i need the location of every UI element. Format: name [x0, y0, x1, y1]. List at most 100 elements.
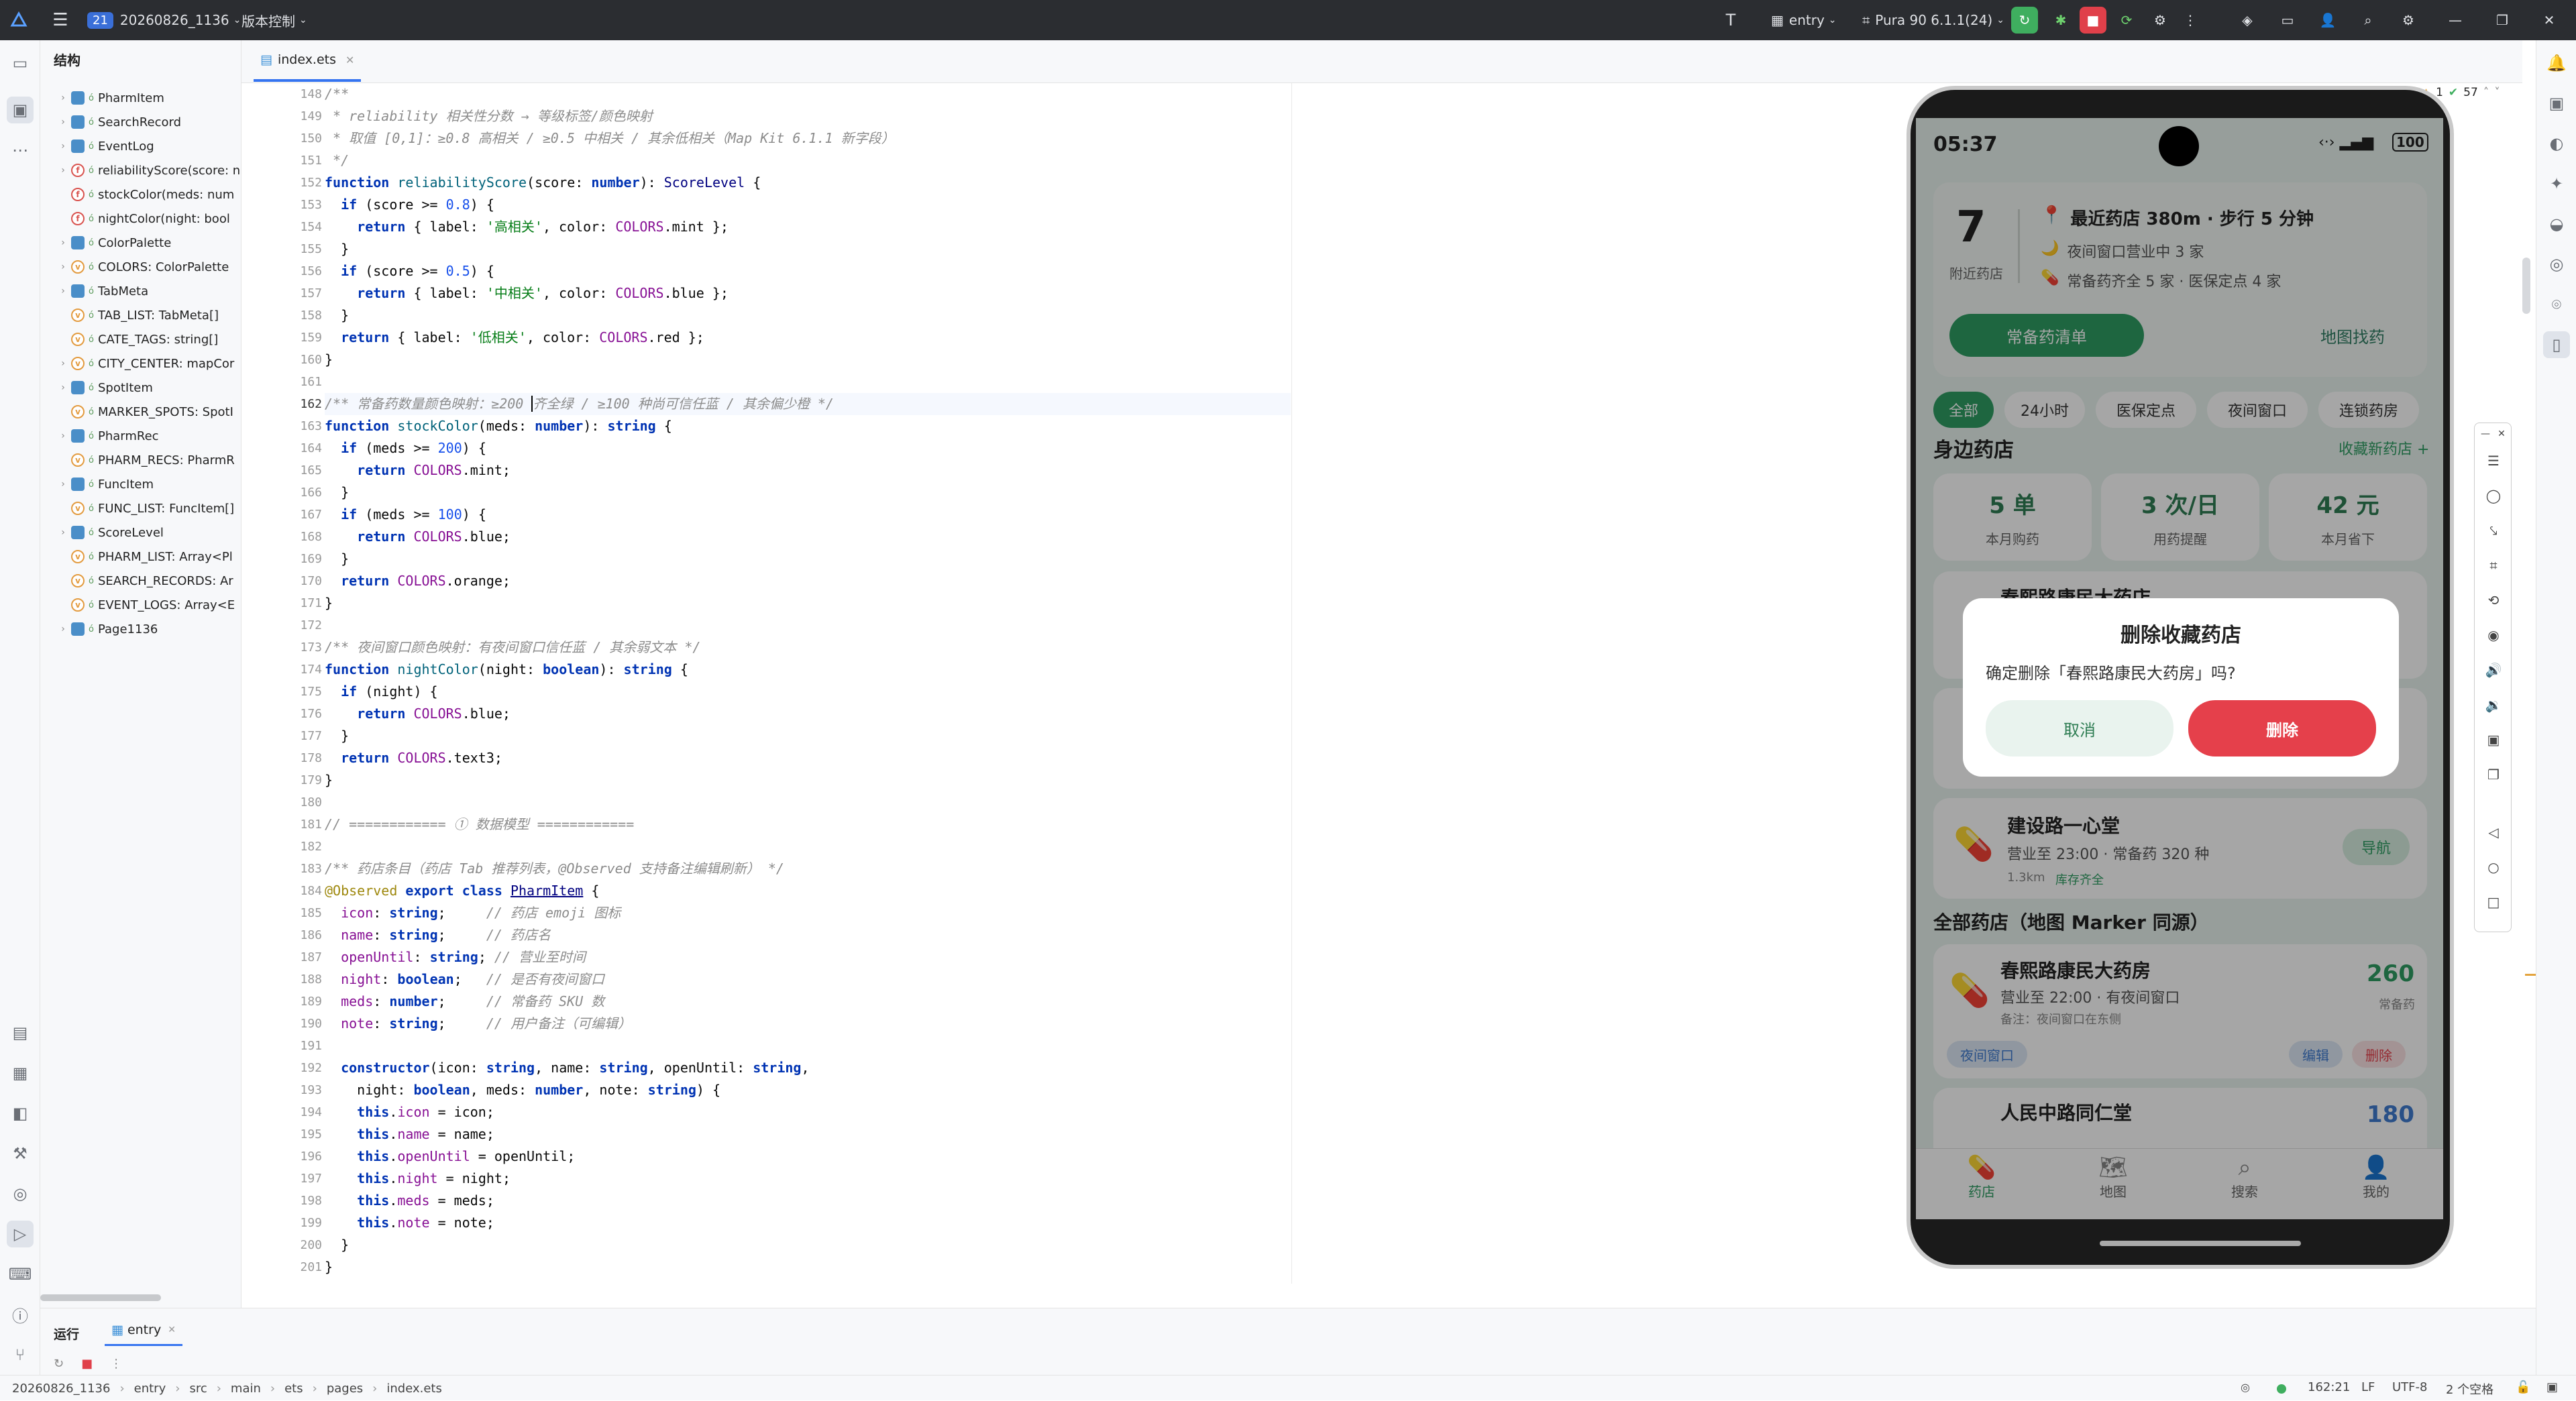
fold-icon[interactable]: ⤥	[2480, 517, 2507, 544]
line-number[interactable]: 153	[262, 194, 322, 216]
line-number[interactable]: 169	[262, 548, 322, 570]
line-number[interactable]: 168	[262, 526, 322, 548]
structure-item[interactable]: ›vóPHARM_LIST: Array<Pl	[40, 545, 241, 569]
build-icon[interactable]: ⚒	[7, 1140, 34, 1167]
maximize-icon[interactable]: ❐	[2489, 7, 2516, 34]
rotate-icon[interactable]: ⟲	[2480, 587, 2507, 614]
line-number[interactable]: 180	[262, 791, 322, 814]
breadcrumb-item[interactable]: 20260826_1136	[12, 1382, 110, 1396]
indent-setting[interactable]: 2 个空格	[2446, 1380, 2493, 1398]
database-icon[interactable]: ◒	[2543, 211, 2570, 237]
line-number[interactable]: 164	[262, 437, 322, 459]
line-number[interactable]: 172	[262, 614, 322, 636]
stop-icon[interactable]: ■	[2080, 7, 2106, 34]
line-number[interactable]: 152	[262, 172, 322, 194]
project-view-icon[interactable]: ▭	[7, 50, 34, 76]
rerun-icon[interactable]: ↻	[2011, 7, 2038, 34]
line-number[interactable]: 156	[262, 260, 322, 282]
line-number[interactable]: 166	[262, 482, 322, 504]
volume-down-icon[interactable]: 🔉	[2480, 691, 2507, 718]
line-number[interactable]: 175	[262, 681, 322, 703]
line-number[interactable]: 182	[262, 836, 322, 858]
cancel-button[interactable]: 取消	[1986, 700, 2174, 756]
line-number[interactable]: 155	[262, 238, 322, 260]
minimize-icon[interactable]: —	[2477, 426, 2493, 442]
line-number[interactable]: 161	[262, 371, 322, 393]
breadcrumb-item[interactable]: src	[189, 1382, 207, 1396]
chevron-right-icon[interactable]: ›	[55, 165, 71, 176]
line-number[interactable]: 178	[262, 747, 322, 769]
line-number[interactable]: 198	[262, 1190, 322, 1212]
crop-icon[interactable]: ⌗	[2480, 552, 2507, 579]
marketplace-icon[interactable]: ▣	[2543, 90, 2570, 117]
chevron-right-icon[interactable]: ›	[55, 358, 71, 369]
line-separator[interactable]: LF	[2361, 1380, 2375, 1394]
chevron-right-icon[interactable]: ›	[55, 262, 71, 272]
structure-item[interactable]: › ó PharmRec	[40, 424, 241, 448]
apply-changes-icon[interactable]: ⟳	[2113, 7, 2140, 34]
services-icon[interactable]: ◎	[7, 1180, 34, 1207]
chevron-right-icon[interactable]: ›	[55, 527, 71, 538]
line-number[interactable]: 192	[262, 1057, 322, 1079]
preview-eye-icon[interactable]: ◎	[2543, 251, 2570, 278]
chevron-right-icon[interactable]: ›	[55, 431, 71, 441]
line-number[interactable]: 183	[262, 858, 322, 880]
line-number[interactable]: 201	[262, 1256, 322, 1278]
gradle-icon[interactable]: ◐	[2543, 130, 2570, 157]
run-tool-icon[interactable]: ▷	[7, 1221, 34, 1247]
structure-item[interactable]: ›vóPHARM_RECS: PharmR	[40, 448, 241, 472]
camera-icon[interactable]: ⌾	[2543, 291, 2570, 318]
structure-item[interactable]: › ó ColorPalette	[40, 231, 241, 255]
line-number[interactable]: 190	[262, 1013, 322, 1035]
device-manager-icon[interactable]: ▯	[2543, 331, 2570, 358]
more-icon[interactable]: ⋮	[110, 1357, 122, 1371]
chevron-right-icon[interactable]: ›	[55, 141, 71, 152]
line-number[interactable]: 150	[262, 127, 322, 150]
chevron-up-icon[interactable]: ˄	[2483, 86, 2489, 99]
structure-item[interactable]: ›vóCATE_TAGS: string[]	[40, 327, 241, 351]
menu-icon[interactable]: ☰	[2480, 447, 2507, 474]
line-number[interactable]: 163	[262, 415, 322, 437]
notes-icon[interactable]: ▤	[7, 1019, 34, 1046]
line-number[interactable]: 171	[262, 592, 322, 614]
account-icon[interactable]: 👤	[2314, 7, 2341, 34]
more-icon[interactable]: ⋮	[2180, 7, 2200, 34]
structure-item[interactable]: › ó Page1136	[40, 617, 241, 641]
chevron-right-icon[interactable]: ›	[55, 93, 71, 103]
preview-icon[interactable]: ◧	[7, 1100, 34, 1127]
line-number[interactable]: 177	[262, 725, 322, 747]
tab-index-ets[interactable]: ▤ index.ets ✕	[254, 40, 362, 82]
line-number[interactable]: 151	[262, 150, 322, 172]
chevron-right-icon[interactable]: ›	[55, 237, 71, 248]
structure-item[interactable]: › ó SpotItem	[40, 376, 241, 400]
line-number[interactable]: 176	[262, 703, 322, 725]
breadcrumb-item[interactable]: pages	[327, 1382, 363, 1396]
inspect-icon[interactable]: ◎	[2241, 1381, 2250, 1394]
structure-item[interactable]: ›vóTAB_LIST: TabMeta[]	[40, 303, 241, 327]
horizontal-scrollbar[interactable]	[40, 1294, 161, 1301]
chevron-right-icon[interactable]: ›	[55, 286, 71, 296]
line-number[interactable]: 160	[262, 349, 322, 371]
breadcrumb-item[interactable]: index.ets	[386, 1382, 441, 1396]
recents-icon[interactable]: □	[2480, 889, 2507, 915]
breadcrumb-item[interactable]: main	[231, 1382, 261, 1396]
structure-item[interactable]: ›vóSEARCH_RECORDS: Ar	[40, 569, 241, 593]
structure-item[interactable]: › ó ScoreLevel	[40, 520, 241, 545]
structure-item[interactable]: ›vóFUNC_LIST: FuncItem[]	[40, 496, 241, 520]
chevron-right-icon[interactable]: ›	[55, 382, 71, 393]
close-icon[interactable]: ✕	[2493, 426, 2510, 442]
structure-item[interactable]: ›vóEVENT_LOGS: Array<E	[40, 593, 241, 617]
search-icon[interactable]: ⌕	[2355, 7, 2381, 34]
line-number[interactable]: 196	[262, 1145, 322, 1168]
layout-icon[interactable]: ▣	[2546, 1380, 2558, 1394]
line-number[interactable]: 158	[262, 304, 322, 327]
structure-view-icon[interactable]: ▣	[7, 97, 34, 123]
structure-item[interactable]: ›vóMARKER_SPOTS: SpotI	[40, 400, 241, 424]
volume-up-icon[interactable]: 🔊	[2480, 657, 2507, 683]
line-number[interactable]: 167	[262, 504, 322, 526]
run-tab-entry[interactable]: ▦ entry ✕	[105, 1315, 182, 1346]
line-number[interactable]: 186	[262, 924, 322, 946]
close-tab-icon[interactable]: ✕	[345, 54, 354, 66]
structure-item[interactable]: ›fónightColor(night: bool	[40, 207, 241, 231]
profiler-icon[interactable]: ⚙	[2147, 7, 2174, 34]
